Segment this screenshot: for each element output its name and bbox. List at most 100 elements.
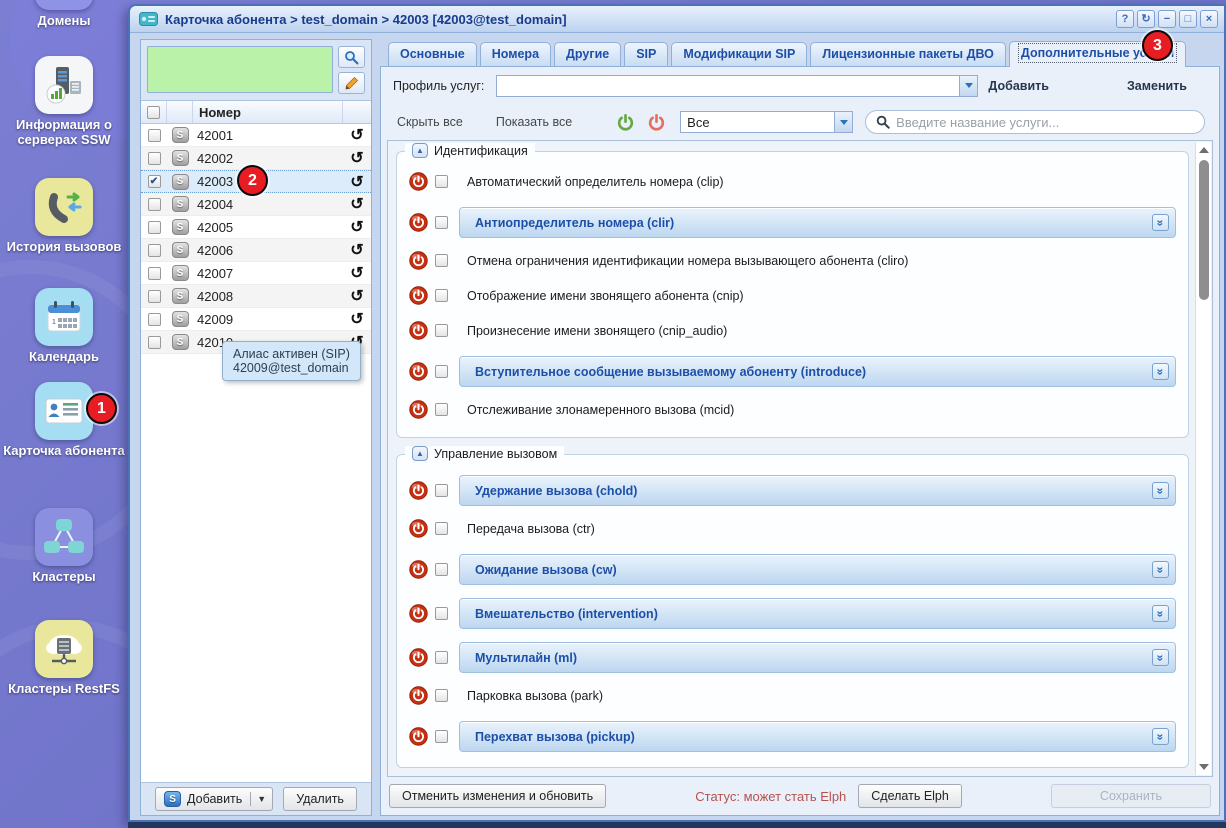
sidebar-item-server-info[interactable]: Информация о серверах SSW [0, 56, 128, 147]
service-bar[interactable]: Вступительное сообщение вызываемому абон… [459, 356, 1176, 387]
number-row[interactable]: S42004↺ [141, 193, 371, 216]
cancel-refresh-button[interactable]: Отменить изменения и обновить [389, 784, 606, 808]
service-checkbox[interactable] [435, 607, 448, 620]
number-checkbox[interactable] [148, 336, 161, 349]
scrollbar-thumb[interactable] [1199, 160, 1209, 300]
power-icon[interactable] [409, 213, 428, 232]
window-titlebar[interactable]: Карточка абонента > test_domain > 42003 … [130, 6, 1224, 33]
help-button[interactable]: ? [1116, 10, 1134, 28]
server-info-icon[interactable] [35, 56, 93, 114]
power-icon[interactable] [409, 400, 428, 419]
service-checkbox[interactable] [435, 689, 448, 702]
number-row[interactable]: S42005↺ [141, 216, 371, 239]
expand-chevron-icon[interactable]: » [1152, 728, 1169, 745]
calendar-icon[interactable]: 1 [35, 288, 93, 346]
history-icon[interactable]: ↺ [343, 125, 371, 145]
expand-chevron-icon[interactable]: » [1152, 561, 1169, 578]
service-checkbox[interactable] [435, 651, 448, 664]
service-checkbox[interactable] [435, 522, 448, 535]
number-checkbox[interactable] [148, 267, 161, 280]
history-icon[interactable]: ↺ [343, 194, 371, 214]
tab-sip[interactable]: SIP [624, 42, 668, 66]
history-icon[interactable]: ↺ [343, 217, 371, 237]
history-icon[interactable]: ↺ [343, 263, 371, 283]
number-filter-input[interactable] [147, 46, 333, 93]
collapse-icon[interactable]: ▲ [412, 446, 428, 461]
make-elph-button[interactable]: Сделать Elph [858, 784, 962, 808]
tab-основные[interactable]: Основные [388, 42, 477, 66]
clusters-icon[interactable] [35, 508, 93, 566]
number-checkbox[interactable] [148, 290, 161, 303]
sidebar-item-calendar[interactable]: 1Календарь [0, 288, 128, 364]
power-icon[interactable] [409, 251, 428, 270]
number-checkbox[interactable]: ✔ [148, 175, 161, 188]
close-button[interactable]: × [1200, 10, 1218, 28]
minimize-button[interactable]: − [1158, 10, 1176, 28]
power-icon[interactable] [409, 172, 428, 191]
service-checkbox[interactable] [435, 289, 448, 302]
delete-number-button[interactable]: Удалить [283, 787, 357, 811]
power-icon[interactable] [409, 686, 428, 705]
service-checkbox[interactable] [435, 216, 448, 229]
edit-button[interactable] [338, 72, 365, 94]
clusters-restfs-icon[interactable] [35, 620, 93, 678]
disable-all-power-icon[interactable] [647, 113, 666, 132]
service-checkbox[interactable] [435, 563, 448, 576]
number-checkbox[interactable] [148, 198, 161, 211]
add-number-dropdown[interactable]: ▼ [250, 792, 272, 806]
tab-модификации-sip[interactable]: Модификации SIP [671, 42, 807, 66]
history-icon[interactable]: ↺ [343, 286, 371, 306]
add-number-button[interactable]: S Добавить ▼ [155, 787, 273, 811]
hide-all-button[interactable]: Скрыть все [397, 115, 463, 129]
maximize-button[interactable]: □ [1179, 10, 1197, 28]
history-icon[interactable]: ↺ [343, 172, 371, 192]
number-checkbox[interactable] [148, 244, 161, 257]
tab-другие[interactable]: Другие [554, 42, 621, 66]
expand-chevron-icon[interactable]: » [1152, 605, 1169, 622]
expand-chevron-icon[interactable]: » [1152, 214, 1169, 231]
service-bar[interactable]: Удержание вызова (chold)» [459, 475, 1176, 506]
power-icon[interactable] [409, 727, 428, 746]
service-checkbox[interactable] [435, 254, 448, 267]
service-bar[interactable]: Антиопределитель номера (clir)» [459, 207, 1176, 238]
sidebar-item-domains[interactable]: Домены [0, 0, 128, 28]
chevron-down-icon[interactable] [834, 112, 852, 132]
collapse-icon[interactable]: ▲ [412, 143, 428, 158]
service-checkbox[interactable] [435, 403, 448, 416]
service-bar[interactable]: Ожидание вызова (cw)» [459, 554, 1176, 585]
sidebar-item-call-history[interactable]: История вызовов [0, 178, 128, 254]
profile-add-button[interactable]: Добавить [988, 79, 1049, 93]
power-icon[interactable] [409, 362, 428, 381]
scrollbar[interactable] [1195, 142, 1211, 775]
service-search-input[interactable]: Введите название услуги... [865, 110, 1205, 134]
history-icon[interactable]: ↺ [343, 148, 371, 168]
service-checkbox[interactable] [435, 365, 448, 378]
power-icon[interactable] [409, 481, 428, 500]
select-all-checkbox[interactable] [147, 106, 160, 119]
number-row[interactable]: S42007↺ [141, 262, 371, 285]
number-checkbox[interactable] [148, 313, 161, 326]
enable-all-power-icon[interactable] [616, 113, 635, 132]
number-checkbox[interactable] [148, 152, 161, 165]
number-checkbox[interactable] [148, 221, 161, 234]
service-checkbox[interactable] [435, 484, 448, 497]
number-checkbox[interactable] [148, 129, 161, 142]
service-profile-select[interactable] [496, 75, 978, 97]
domains-icon[interactable] [35, 0, 93, 10]
power-icon[interactable] [409, 560, 428, 579]
tab-номера[interactable]: Номера [480, 42, 551, 66]
refresh-button[interactable]: ↻ [1137, 10, 1155, 28]
history-icon[interactable]: ↺ [343, 240, 371, 260]
power-icon[interactable] [409, 648, 428, 667]
expand-chevron-icon[interactable]: » [1152, 482, 1169, 499]
power-icon[interactable] [409, 321, 428, 340]
expand-chevron-icon[interactable]: » [1152, 649, 1169, 666]
scroll-down-arrow[interactable] [1196, 761, 1211, 773]
profile-replace-button[interactable]: Заменить [1127, 79, 1187, 93]
tab-лицензионные-пакеты-дво[interactable]: Лицензионные пакеты ДВО [810, 42, 1006, 66]
show-all-button[interactable]: Показать все [496, 115, 572, 129]
service-bar[interactable]: Вмешательство (intervention)» [459, 598, 1176, 629]
numbers-column-header[interactable]: Номер [193, 101, 343, 123]
service-checkbox[interactable] [435, 730, 448, 743]
number-row[interactable]: S42006↺ [141, 239, 371, 262]
